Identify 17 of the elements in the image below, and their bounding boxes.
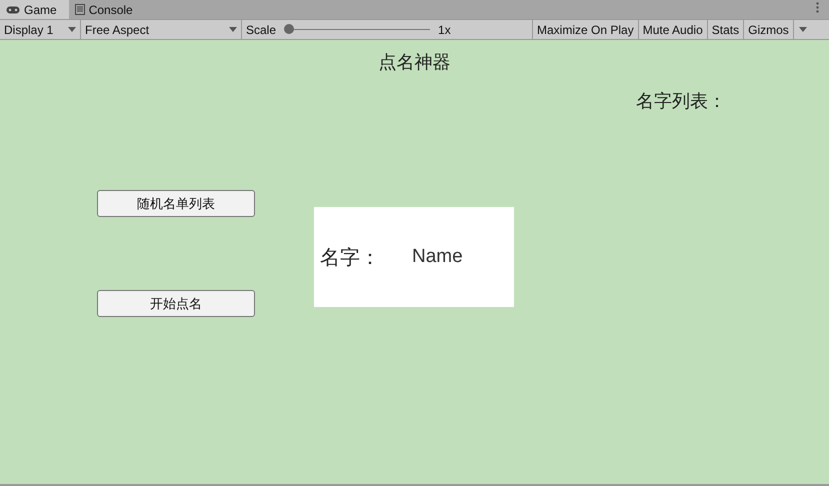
name-value: Name	[412, 246, 463, 268]
name-label: 名字：	[320, 244, 380, 270]
display-dropdown[interactable]: Display 1	[0, 20, 81, 39]
scale-label: Scale	[246, 22, 276, 36]
tab[interactable]: Game	[0, 0, 69, 19]
more-icon[interactable]	[816, 2, 819, 13]
list-label: 名字列表：	[636, 90, 726, 113]
tab[interactable]: Console	[68, 0, 145, 19]
slider-thumb[interactable]	[284, 24, 294, 34]
scale-slider[interactable]	[284, 24, 430, 35]
aspect-dropdown[interactable]: Free Aspect	[81, 20, 242, 39]
gamepad-icon	[6, 6, 20, 14]
console-icon	[74, 4, 85, 15]
game-button[interactable]: 开始点名	[97, 290, 255, 317]
scale-reading: 1x	[438, 22, 451, 36]
title-text: 点名神器	[378, 51, 452, 74]
game-button[interactable]: 随机名单列表	[97, 190, 255, 217]
